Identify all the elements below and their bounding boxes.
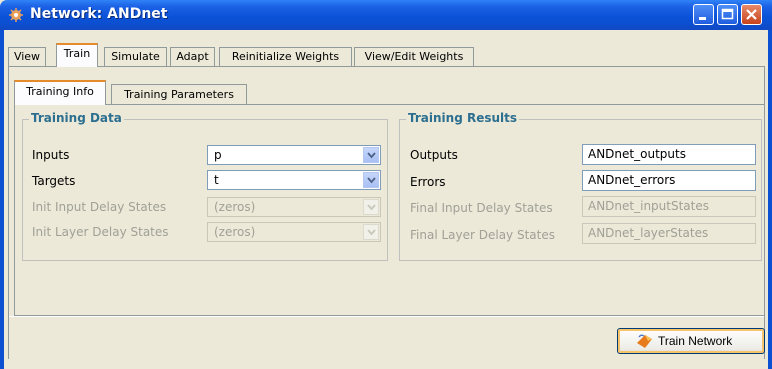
tab-label: Reinitialize Weights bbox=[231, 50, 340, 63]
tab-label: Training Info bbox=[26, 85, 94, 98]
inputs-label: Inputs bbox=[32, 148, 70, 162]
inputs-select[interactable]: p bbox=[207, 145, 381, 165]
final-input-delay-field: ANDnet_inputStates bbox=[582, 196, 756, 217]
tab-training-info[interactable]: Training Info bbox=[14, 80, 106, 105]
init-layer-delay-label: Init Layer Delay States bbox=[32, 225, 169, 239]
tab-reinitialize-weights[interactable]: Reinitialize Weights bbox=[219, 47, 352, 66]
targets-value: t bbox=[214, 173, 219, 187]
final-input-delay-value: ANDnet_inputStates bbox=[588, 199, 710, 213]
tab-training-parameters[interactable]: Training Parameters bbox=[111, 84, 247, 104]
init-layer-delay-select: (zeros) bbox=[207, 222, 381, 242]
tab-view[interactable]: View bbox=[8, 47, 46, 66]
minimize-button[interactable] bbox=[693, 4, 714, 25]
tab-simulate[interactable]: Simulate bbox=[104, 47, 167, 66]
errors-field[interactable]: ANDnet_errors bbox=[582, 170, 756, 191]
tab-label: Train bbox=[63, 47, 91, 60]
tab-view-edit-weights[interactable]: View/Edit Weights bbox=[354, 47, 474, 66]
outputs-label: Outputs bbox=[410, 148, 458, 162]
tab-label: View/Edit Weights bbox=[364, 50, 464, 63]
tab-label: Training Parameters bbox=[124, 88, 234, 101]
targets-label: Targets bbox=[32, 174, 76, 188]
chevron-down-icon[interactable] bbox=[363, 147, 379, 163]
training-data-legend: Training Data bbox=[29, 111, 124, 125]
tab-divider bbox=[8, 66, 765, 67]
errors-value: ANDnet_errors bbox=[588, 173, 676, 187]
outputs-field[interactable]: ANDnet_outputs bbox=[582, 144, 756, 165]
tab-label: View bbox=[13, 50, 41, 63]
targets-select[interactable]: t bbox=[207, 170, 381, 190]
init-layer-delay-value: (zeros) bbox=[214, 225, 256, 239]
window-frame-right bbox=[768, 30, 772, 369]
train-network-label: Train Network bbox=[658, 334, 733, 348]
title-bar[interactable]: Network: ANDnet bbox=[0, 0, 772, 30]
final-input-delay-label: Final Input Delay States bbox=[410, 201, 553, 215]
window-title: Network: ANDnet bbox=[30, 6, 168, 22]
network-app-icon bbox=[8, 7, 24, 23]
errors-label: Errors bbox=[410, 175, 446, 189]
chevron-down-icon bbox=[363, 224, 379, 240]
tab-label: Simulate bbox=[111, 50, 160, 63]
inputs-value: p bbox=[214, 148, 222, 162]
final-layer-delay-label: Final Layer Delay States bbox=[410, 228, 555, 242]
tab-train[interactable]: Train bbox=[56, 43, 98, 67]
network-window: Network: ANDnet View Train Simulate Adap… bbox=[0, 0, 772, 369]
training-results-legend: Training Results bbox=[406, 111, 520, 125]
window-frame-left bbox=[0, 30, 4, 369]
final-layer-delay-field: ANDnet_layerStates bbox=[582, 223, 756, 244]
init-input-delay-select: (zeros) bbox=[207, 197, 381, 217]
outputs-value: ANDnet_outputs bbox=[588, 147, 686, 161]
train-network-icon bbox=[636, 333, 654, 352]
train-network-button[interactable]: Train Network bbox=[617, 328, 765, 354]
panel-divider bbox=[9, 316, 764, 317]
init-input-delay-label: Init Input Delay States bbox=[32, 200, 167, 214]
chevron-down-icon bbox=[363, 199, 379, 215]
chevron-down-icon[interactable] bbox=[363, 172, 379, 188]
init-input-delay-value: (zeros) bbox=[214, 200, 256, 214]
maximize-button[interactable] bbox=[717, 4, 738, 25]
tab-adapt[interactable]: Adapt bbox=[170, 47, 215, 66]
close-button[interactable] bbox=[741, 4, 762, 25]
tab-label: Adapt bbox=[176, 50, 209, 63]
final-layer-delay-value: ANDnet_layerStates bbox=[588, 226, 709, 240]
